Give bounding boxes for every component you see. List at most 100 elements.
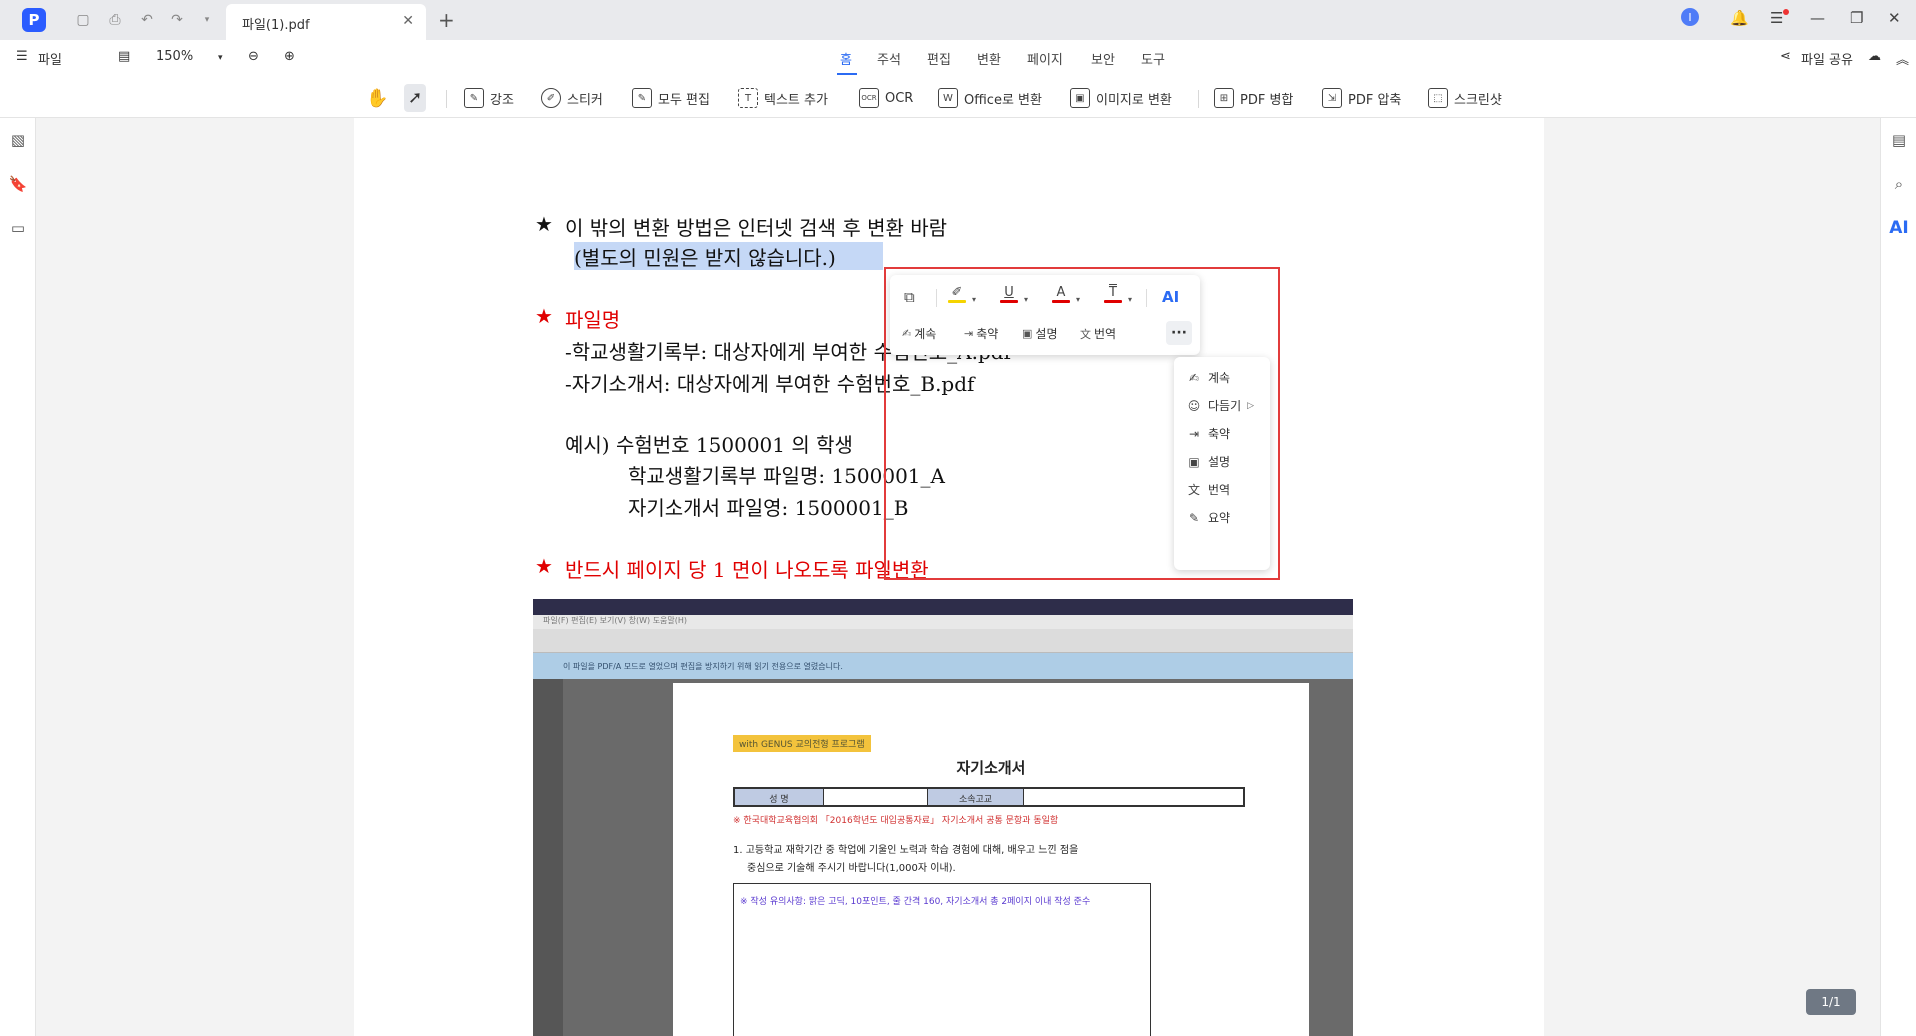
tab-home[interactable]: 홈 bbox=[840, 49, 852, 68]
highlight-tool[interactable]: ✎ 강조 bbox=[464, 84, 514, 112]
doc-line-mandatory[interactable]: 반드시 페이지 당 1 면이 나오도록 파일변환 bbox=[565, 554, 929, 583]
doc-line-no-complaints[interactable]: (별도의 민원은 받지 않습니다.) bbox=[574, 242, 836, 271]
explain-action[interactable]: ▣ 설명 bbox=[1022, 325, 1058, 342]
cloud-upload-icon[interactable]: ☁ bbox=[1868, 49, 1881, 64]
collapse-ribbon-icon[interactable]: ︽ bbox=[1896, 49, 1909, 68]
merge-pdf-tool[interactable]: ⊞ PDF 병합 bbox=[1214, 84, 1293, 112]
app-logo-icon[interactable]: P bbox=[22, 8, 46, 32]
tab-tools[interactable]: 도구 bbox=[1141, 49, 1165, 68]
share-icon[interactable]: ⋖ bbox=[1780, 49, 1791, 64]
text-color-swatch bbox=[1052, 300, 1070, 303]
zoom-dropdown-icon[interactable]: ▾ bbox=[218, 53, 223, 63]
tab-security[interactable]: 보안 bbox=[1091, 49, 1115, 68]
comment-icon[interactable]: ▭ bbox=[8, 218, 28, 238]
more-options-button[interactable]: ··· bbox=[1166, 321, 1192, 345]
close-window-icon[interactable]: ✕ bbox=[1888, 9, 1901, 27]
embedded-note: ※ 한국대학교육협의회 「2016학년도 대입공통자료」 자기소개서 공통 문항… bbox=[733, 816, 1059, 826]
undo-icon[interactable]: ↶ bbox=[138, 11, 156, 29]
tab-edit[interactable]: 편집 bbox=[927, 49, 951, 68]
document-tab[interactable]: 파일(1).pdf ✕ bbox=[226, 4, 426, 40]
underline-button[interactable]: U bbox=[1000, 285, 1018, 309]
title-bar: P ▢ ⎙ ↶ ↷ ▾ 파일(1).pdf ✕ + I 🔔 ☰ — ❐ ✕ bbox=[0, 0, 1916, 40]
ai-button[interactable]: AI bbox=[1162, 285, 1179, 309]
new-tab-button[interactable]: + bbox=[438, 8, 455, 32]
continue-action[interactable]: ✍ 계속 bbox=[902, 325, 936, 342]
hamburger-menu-icon[interactable]: ☰ bbox=[1770, 9, 1783, 27]
text-color-dropdown-icon[interactable]: ▾ bbox=[1076, 295, 1080, 304]
save-icon[interactable]: ▢ bbox=[74, 11, 92, 29]
add-text-tool[interactable]: T 텍스트 추가 bbox=[738, 84, 828, 112]
print-icon[interactable]: ⎙ bbox=[106, 11, 124, 29]
thumbnail-panel-icon[interactable]: ▧ bbox=[8, 130, 28, 150]
convert-to-office-label: Office로 변환 bbox=[964, 92, 1042, 108]
highlight-label: 강조 bbox=[490, 92, 514, 108]
convert-to-office-tool[interactable]: W Office로 변환 bbox=[938, 84, 1042, 112]
underline-icon: U bbox=[1004, 285, 1014, 300]
ai-menu-summarize[interactable]: ✎ 요약 bbox=[1186, 509, 1230, 526]
hand-tool[interactable]: ✋ bbox=[366, 84, 388, 112]
tab-page[interactable]: 페이지 bbox=[1027, 49, 1063, 68]
strikethrough-icon: T bbox=[1109, 285, 1117, 300]
ocr-tool[interactable]: OCR OCR bbox=[859, 84, 913, 112]
merge-pdf-label: PDF 병합 bbox=[1240, 92, 1294, 108]
sticker-tool[interactable]: ✐ 스티커 bbox=[541, 84, 603, 112]
copy-button[interactable]: ⧉ bbox=[904, 285, 915, 309]
ai-assistant-icon[interactable]: AI bbox=[1889, 218, 1909, 238]
ai-menu-polish-label: 다듬기 bbox=[1208, 399, 1242, 413]
convert-to-image-label: 이미지로 변환 bbox=[1096, 92, 1172, 108]
shorten-action[interactable]: ⇥ 축약 bbox=[964, 325, 998, 342]
search-icon[interactable]: ⌕ bbox=[1889, 174, 1909, 194]
popup-divider bbox=[1146, 289, 1147, 307]
explain-icon: ▣ bbox=[1022, 327, 1033, 340]
edit-all-tool[interactable]: ✎ 모두 편집 bbox=[632, 84, 710, 112]
embedded-table-school-header: 소속고교 bbox=[927, 789, 1023, 805]
ai-menu-translate-label: 번역 bbox=[1208, 483, 1231, 497]
ai-menu-continue[interactable]: ✍ 계속 bbox=[1186, 369, 1230, 386]
zoom-out-icon[interactable]: ⊖ bbox=[248, 49, 259, 64]
screenshot-icon: ⬚ bbox=[1428, 88, 1448, 108]
screenshot-tool[interactable]: ⬚ 스크린샷 bbox=[1428, 84, 1502, 112]
quick-access-dropdown-icon[interactable]: ▾ bbox=[198, 11, 216, 29]
ai-menu-polish[interactable]: ☺ 다듬기 ▷ bbox=[1186, 397, 1254, 414]
restore-icon[interactable]: ❐ bbox=[1850, 9, 1863, 27]
highlight-dropdown-icon[interactable]: ▾ bbox=[972, 295, 976, 304]
ai-menu-shorten[interactable]: ⇥ 축약 bbox=[1186, 425, 1230, 442]
embedded-table-cell bbox=[823, 789, 927, 805]
redo-icon[interactable]: ↷ bbox=[168, 11, 186, 29]
translate-action[interactable]: 文 번역 bbox=[1080, 325, 1116, 342]
ai-menu-translate[interactable]: 文 번역 bbox=[1186, 481, 1230, 498]
properties-icon[interactable]: ▤ bbox=[1889, 130, 1909, 150]
convert-to-image-tool[interactable]: ▣ 이미지로 변환 bbox=[1070, 84, 1172, 112]
compress-pdf-tool[interactable]: ⇲ PDF 압축 bbox=[1322, 84, 1401, 112]
embedded-menu: 파일(F) 편집(E) 보기(V) 창(W) 도움말(H) bbox=[533, 615, 1353, 629]
zoom-in-icon[interactable]: ⊕ bbox=[284, 49, 295, 64]
file-menu[interactable]: 파일 bbox=[38, 49, 62, 68]
embedded-question-1-cont: 중심으로 기술해 주시기 바랍니다(1,000자 이내). bbox=[747, 863, 956, 874]
embedded-window-titlebar bbox=[533, 599, 1353, 615]
tab-convert[interactable]: 변환 bbox=[977, 49, 1001, 68]
highlight-color-button[interactable]: ✐ bbox=[948, 285, 966, 309]
continue-label: 계속 bbox=[914, 327, 937, 341]
underline-dropdown-icon[interactable]: ▾ bbox=[1024, 295, 1028, 304]
tab-annotate[interactable]: 주석 bbox=[877, 49, 901, 68]
zoom-level[interactable]: 150% bbox=[156, 49, 193, 64]
close-tab-icon[interactable]: ✕ bbox=[402, 13, 414, 29]
notification-bell-icon[interactable]: 🔔 bbox=[1730, 9, 1749, 27]
select-tool[interactable]: ➚ bbox=[404, 84, 427, 112]
strikethrough-button[interactable]: T bbox=[1104, 285, 1122, 309]
right-side-panel: ▤ ⌕ AI bbox=[1880, 118, 1916, 1036]
doc-line-example[interactable]: 예시) 수험번호 1500001 의 학생 bbox=[565, 429, 853, 458]
doc-heading-filename[interactable]: 파일명 bbox=[565, 304, 620, 333]
strikethrough-dropdown-icon[interactable]: ▾ bbox=[1128, 295, 1132, 304]
bookmark-icon[interactable]: 🔖 bbox=[8, 174, 28, 194]
text-color-button[interactable]: A bbox=[1052, 285, 1070, 309]
user-avatar[interactable]: I bbox=[1681, 8, 1699, 26]
page-view-icon[interactable]: ▤ bbox=[118, 49, 130, 64]
doc-line-conversion-note[interactable]: 이 밖의 변환 방법은 인터넷 검색 후 변환 바람 bbox=[565, 212, 947, 241]
hamburger-file-icon[interactable]: ☰ bbox=[16, 49, 28, 64]
ai-menu-explain[interactable]: ▣ 설명 bbox=[1186, 453, 1230, 470]
doc-line-example-essay[interactable]: 자기소개서 파일영: 1500001_B bbox=[628, 492, 908, 521]
minimize-icon[interactable]: — bbox=[1810, 9, 1825, 27]
share-file-button[interactable]: 파일 공유 bbox=[1801, 49, 1853, 68]
ai-menu-shorten-label: 축약 bbox=[1208, 427, 1231, 441]
